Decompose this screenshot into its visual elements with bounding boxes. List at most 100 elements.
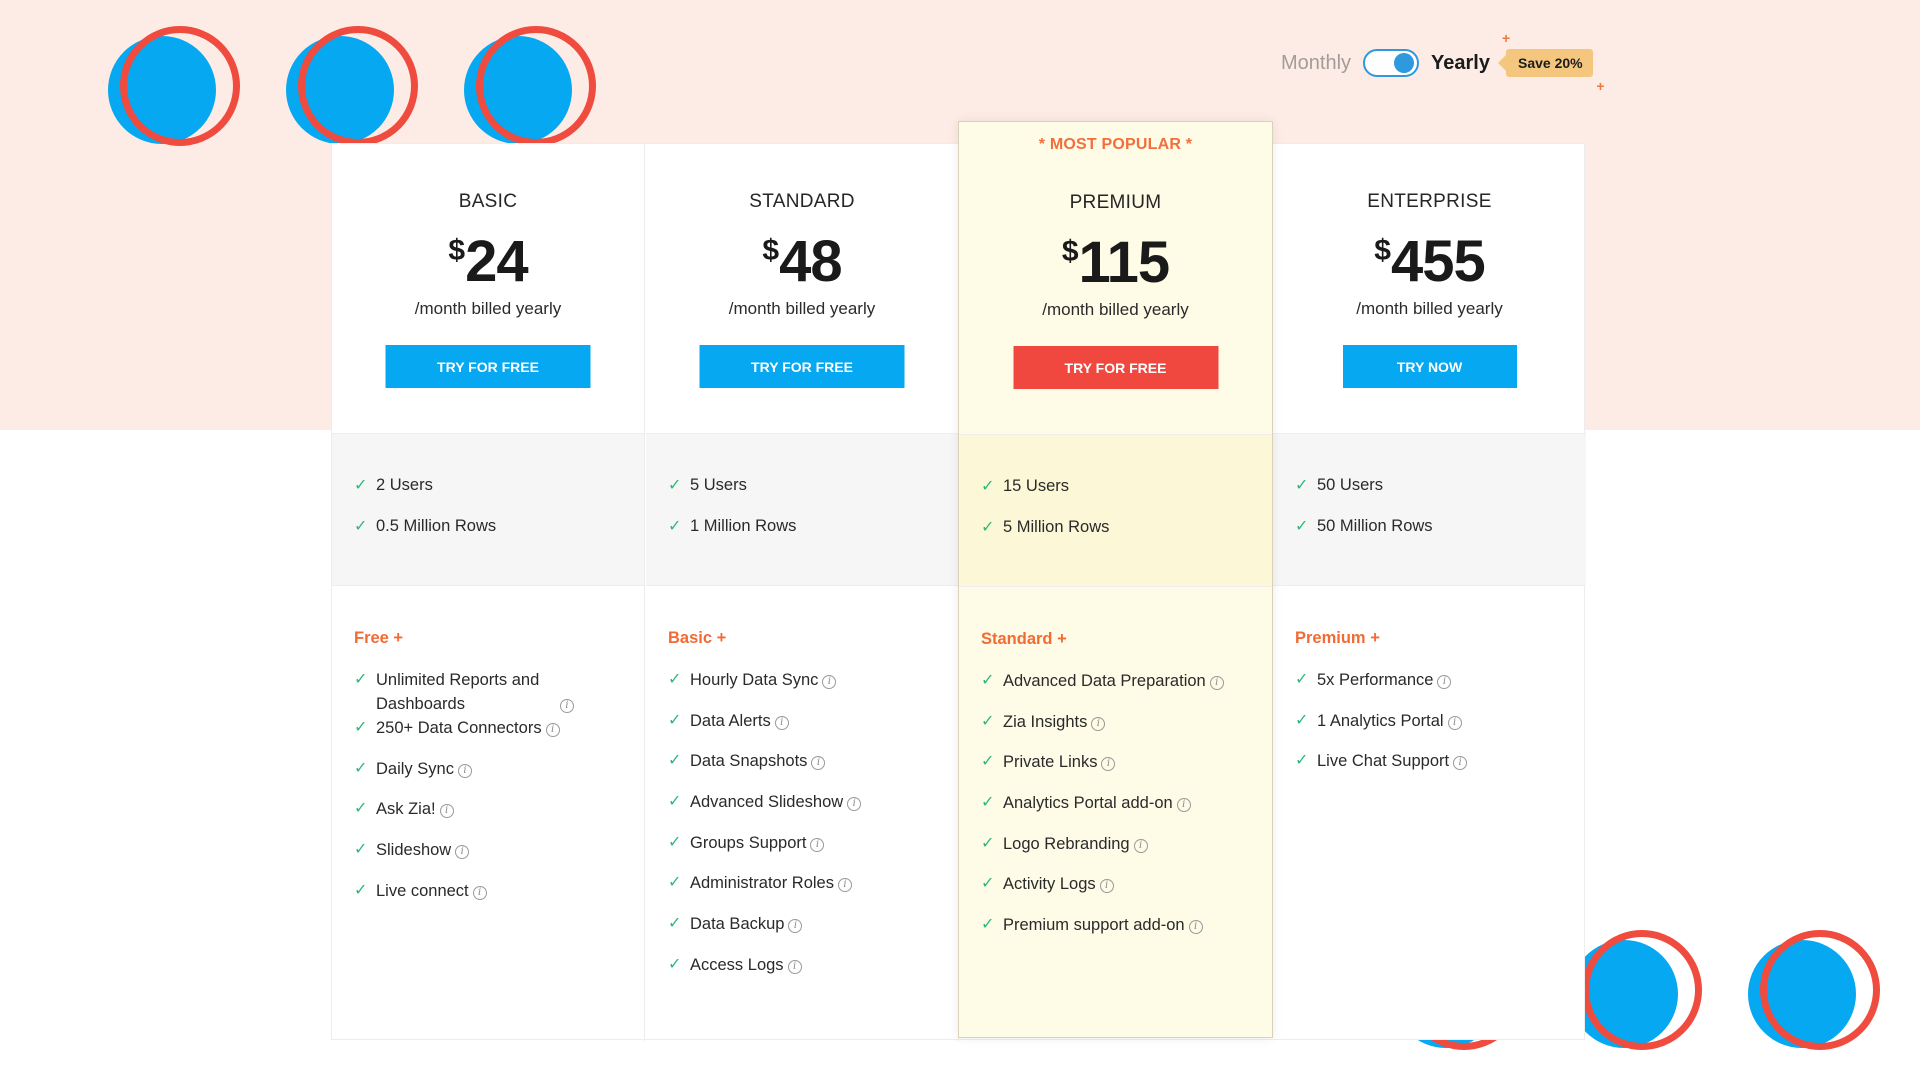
info-icon[interactable]: i [1091,716,1106,731]
check-icon: ✓ [668,833,682,851]
quota-item: ✓ 1 Million Rows [668,517,796,558]
feature-text: 1 Analytics Portal [1317,711,1444,730]
billing-note: /month billed yearly [1042,300,1189,319]
quota-item: ✓ 50 Users [1295,476,1433,517]
try-now-button[interactable]: TRY NOW [1342,345,1517,388]
toggle-knob [1394,53,1415,73]
sparkle-icon: + [1596,78,1605,94]
decorative-circle-icon [464,26,596,156]
info-icon[interactable]: i [457,763,472,778]
feature-item: ✓ 1 Analytics Portal i [1295,709,1576,750]
check-icon: ✓ [981,753,995,771]
info-icon[interactable]: i [811,756,826,771]
info-icon[interactable]: i [787,959,802,974]
plan-price: $115 [959,229,1272,296]
check-icon: ✓ [981,916,995,934]
feature-text: Advanced Slideshow [690,793,844,812]
plan-features: Standard + ✓ Advanced Data Preparation i ✓… [981,629,1262,954]
check-icon: ✓ [981,712,995,730]
info-icon[interactable]: i [1453,756,1468,771]
decorative-circle-icon [286,26,418,156]
feature-item: ✓ Hourly Data Sync i [668,668,948,709]
plan-name: BASIC [458,191,518,212]
info-icon[interactable]: i [774,715,789,730]
info-icon[interactable]: i [810,837,825,852]
info-icon[interactable]: i [1176,798,1191,813]
info-icon[interactable]: i [788,919,803,934]
price-amount: 115 [1078,230,1171,295]
feature-text: Private Links [1003,753,1098,772]
feature-text: Activity Logs [1003,875,1096,894]
check-icon: ✓ [981,672,995,689]
info-icon[interactable]: i [1447,715,1462,730]
check-icon: ✓ [1295,671,1309,688]
info-icon[interactable]: i [837,878,852,893]
info-icon[interactable]: i [1101,757,1116,772]
feature-item: ✓ Logo Rebranding i [981,832,1262,873]
plan-name: PREMIUM [1069,192,1162,213]
feature-text: Hourly Data Sync [690,671,819,689]
currency-symbol: $ [448,234,466,267]
plan-features: Premium + ✓ 5x Performance i ✓ 1 Analytics … [1295,628,1576,790]
monthly-option[interactable]: Monthly [1281,52,1351,75]
feature-text: Access Logs [690,955,784,974]
feature-item: ✓ Live connect i [354,879,634,920]
info-icon[interactable]: i [439,804,454,819]
plan-features: Free + ✓ Unlimited Reports and Dashboards… [354,628,634,919]
quota-text: 50 Users [1317,476,1384,494]
feature-item: ✓ Access Logs i [668,953,948,994]
check-icon: ✓ [668,793,682,811]
try-for-free-button[interactable]: TRY FOR FREE [385,345,591,388]
feature-item: ✓ Zia Insights i [981,710,1262,751]
plan-quota: ✓ 50 Users ✓ 50 Million Rows [1273,433,1586,586]
quota-text: 15 Users [1003,477,1070,495]
quota-text: 50 Million Rows [1317,517,1433,535]
feature-text: Data Snapshots [690,752,808,771]
features-header: Basic + [668,629,727,647]
info-icon[interactable]: i [1209,676,1224,690]
plan-price: $455 [1273,228,1586,295]
quota-item: ✓ 2 Users [354,476,496,517]
check-icon: ✓ [354,881,368,899]
info-icon[interactable]: i [1133,838,1148,853]
feature-item: ✓ Live Chat Support i [1295,749,1576,790]
check-icon: ✓ [354,671,368,688]
billing-toggle[interactable] [1363,49,1420,77]
info-icon[interactable]: i [1188,920,1203,935]
feature-text: 5x Performance [1317,671,1434,689]
sparkle-icon: + [1501,30,1511,46]
plan-enterprise: ENTERPRISE $455 /month billed yearly TRY… [1273,144,1586,1041]
quota-text: 5 Users [690,476,747,494]
feature-text: Premium support add-on [1003,916,1185,935]
info-icon[interactable]: i [822,675,837,689]
check-icon: ✓ [981,519,995,536]
info-icon[interactable]: i [545,723,560,737]
check-icon: ✓ [668,874,682,892]
try-for-free-button[interactable]: TRY FOR FREE [1013,346,1218,389]
quota-item: ✓ 5 Users [668,476,796,517]
info-icon[interactable]: i [472,885,487,900]
quota-text: 1 Million Rows [690,517,797,535]
info-icon[interactable]: i [560,699,574,713]
quota-item: ✓ 50 Million Rows [1295,517,1433,558]
feature-item: ✓ Daily Sync i [354,757,634,798]
decorative-circle-icon [1570,930,1702,1060]
feature-item: ✓ Data Backup i [668,912,948,953]
feature-item: ✓ Unlimited Reports and Dashboards i [354,668,634,716]
try-for-free-button[interactable]: TRY FOR FREE [699,345,905,388]
features-header: Standard + [981,630,1067,648]
billing-note: /month billed yearly [414,299,562,318]
info-icon[interactable]: i [1437,675,1452,689]
plan-header: BASIC $24 /month billed yearly TRY FOR F… [332,144,644,433]
plan-basic: BASIC $24 /month billed yearly TRY FOR F… [332,144,645,1041]
info-icon[interactable]: i [1099,879,1114,894]
feature-item: ✓ Advanced Data Preparation i [981,669,1262,710]
save-badge: Save 20% + + [1498,31,1605,93]
feature-item: ✓ 250+ Data Connectors i [354,716,634,757]
yearly-option[interactable]: Yearly [1431,52,1490,75]
pricing-table: BASIC $24 /month billed yearly TRY FOR F… [331,121,1586,1041]
plan-name: ENTERPRISE [1367,191,1492,212]
info-icon[interactable]: i [455,845,470,860]
currency-symbol: $ [762,234,780,267]
info-icon[interactable]: i [847,797,862,812]
